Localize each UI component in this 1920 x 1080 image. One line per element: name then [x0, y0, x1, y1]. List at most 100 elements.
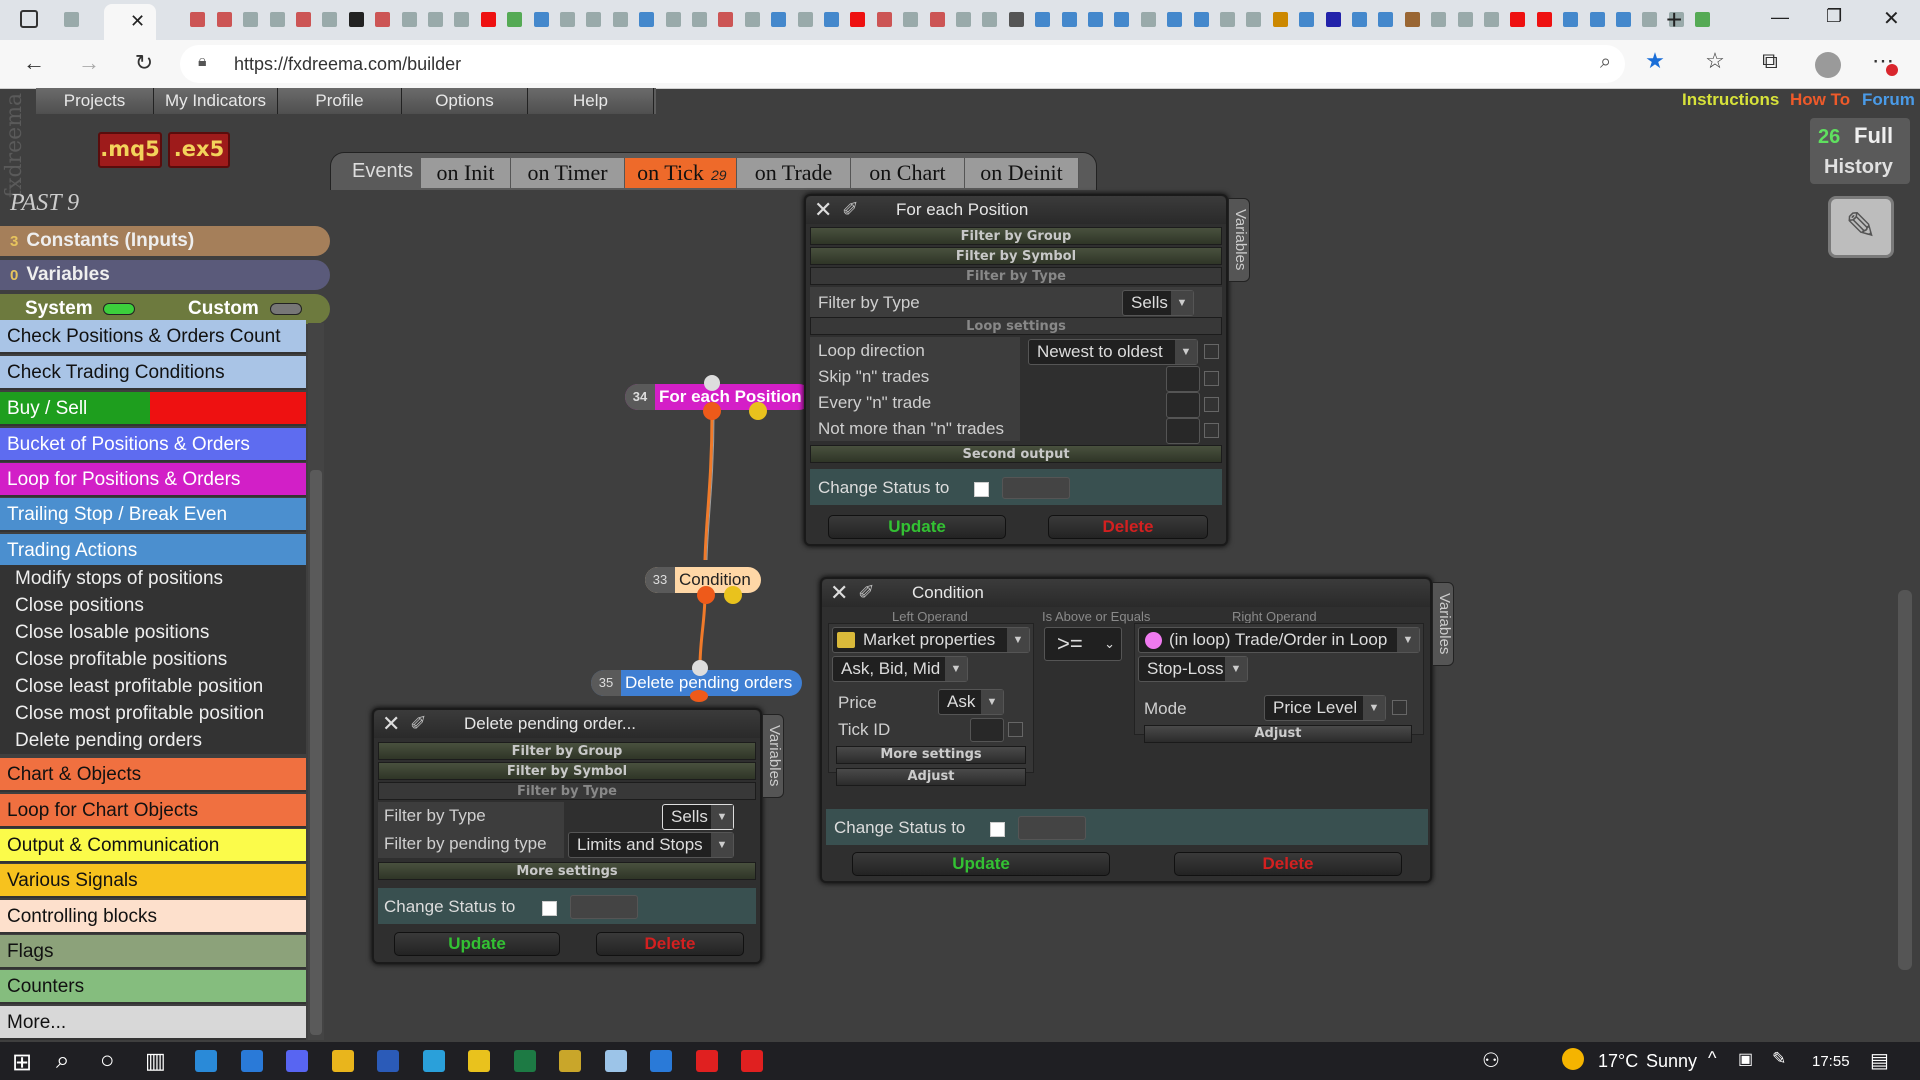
mode-checkbox[interactable] [1392, 700, 1407, 715]
more-settings-button[interactable]: More settings [836, 746, 1026, 764]
every-trade-checkbox[interactable] [1204, 397, 1219, 412]
update-button[interactable]: Update [852, 852, 1110, 876]
delete-button[interactable]: Delete [596, 932, 744, 956]
loop-direction-select[interactable]: Newest to oldest ▼ [1028, 339, 1198, 365]
change-status-input[interactable] [1002, 477, 1070, 499]
right-adjust-button[interactable]: Adjust [1144, 725, 1412, 743]
tickid-label: Tick ID [838, 720, 891, 739]
telegram-icon[interactable] [422, 1050, 445, 1072]
skip-trades-input[interactable] [1166, 366, 1200, 392]
right-operand-select[interactable]: (in loop) Trade/Order in Loop ▼ [1138, 627, 1420, 653]
change-status-checkbox[interactable] [974, 482, 989, 497]
node-output-yellow-dot[interactable] [724, 586, 742, 604]
variables-tab[interactable]: Variables [1228, 198, 1250, 282]
price-select[interactable]: Ask ▼ [938, 689, 1004, 715]
update-button[interactable]: Update [828, 515, 1006, 539]
every-trade-input[interactable] [1166, 392, 1200, 418]
ig-app-icon[interactable] [741, 1050, 763, 1072]
left-adjust-button[interactable]: Adjust [836, 768, 1026, 786]
filter-type-select[interactable]: Sells ▼ [1122, 290, 1194, 316]
delete-button[interactable]: Delete [1174, 852, 1402, 876]
node-output-orange-dot[interactable] [703, 402, 721, 420]
filter-by-type-section[interactable]: Filter by Type [810, 267, 1222, 285]
change-status-label: Change Status to [834, 818, 966, 837]
notification-center-icon[interactable]: ▤ [1870, 1048, 1889, 1073]
filter-by-group-section[interactable]: Filter by Group [810, 227, 1222, 245]
variables-tab[interactable]: Variables [762, 714, 784, 798]
filter-by-symbol-section[interactable]: Filter by Symbol [378, 762, 756, 780]
people-icon[interactable]: ⚇ [1482, 1048, 1500, 1073]
ig-app-icon[interactable] [695, 1050, 718, 1072]
panel-title-bar[interactable]: ✕ ✐ Delete pending order... [374, 710, 760, 738]
node-label: Delete pending orders [625, 673, 793, 692]
change-status-input[interactable] [1018, 816, 1086, 840]
close-icon[interactable]: ✕ [830, 581, 848, 605]
tickid-input[interactable] [970, 718, 1004, 742]
edge-icon[interactable] [195, 1050, 217, 1072]
tickid-checkbox[interactable] [1008, 722, 1023, 737]
panel-title-bar[interactable]: ✕ ✐ Condition [822, 579, 1430, 607]
pending-type-select[interactable]: Limits and Stops ▼ [568, 832, 734, 858]
filter-by-group-section[interactable]: Filter by Group [378, 742, 756, 760]
change-status-checkbox[interactable] [990, 822, 1005, 837]
variables-tab[interactable]: Variables [1432, 582, 1454, 666]
task-view-icon[interactable]: ▥ [145, 1048, 166, 1074]
discord-icon[interactable] [286, 1050, 308, 1072]
notepad-icon[interactable] [604, 1050, 627, 1072]
select-value: Limits and Stops [577, 835, 703, 854]
filter-by-type-section[interactable]: Filter by Type [378, 782, 756, 800]
node-number: 35 [591, 670, 621, 696]
node-output-orange-dot[interactable] [697, 586, 715, 604]
second-output-section[interactable]: Second output [810, 445, 1222, 463]
loop-settings-section[interactable]: Loop settings [810, 317, 1222, 335]
weather-sun-icon[interactable] [1562, 1048, 1584, 1070]
not-more-checkbox[interactable] [1204, 423, 1219, 438]
pin-icon[interactable]: ✐ [858, 581, 875, 605]
chrome-icon[interactable] [331, 1050, 354, 1072]
close-icon[interactable]: ✕ [382, 712, 400, 736]
chevron-down-icon: ▼ [1225, 657, 1247, 681]
node-output-orange-dot[interactable] [690, 690, 708, 702]
cortana-icon[interactable]: ○ [100, 1047, 115, 1075]
not-more-input[interactable] [1166, 418, 1200, 444]
node-input-dot[interactable] [692, 660, 708, 676]
left-operand-select[interactable]: Market properties ▼ [832, 627, 1030, 653]
change-status-checkbox[interactable] [542, 901, 557, 916]
mode-select[interactable]: Price Level ▼ [1264, 695, 1386, 721]
tray-pen-icon[interactable]: ✎ [1772, 1049, 1786, 1069]
panel-title-bar[interactable]: ✕ ✐ For each Position [806, 196, 1226, 224]
app-icon[interactable] [559, 1050, 581, 1072]
search-icon[interactable]: ⌕ [56, 1047, 69, 1075]
photos-icon[interactable] [650, 1050, 672, 1072]
loop-direction-checkbox[interactable] [1204, 344, 1219, 359]
update-button[interactable]: Update [394, 932, 560, 956]
skip-trades-checkbox[interactable] [1204, 371, 1219, 386]
taskbar-clock[interactable]: 17:55 [1812, 1053, 1850, 1070]
tray-chevron-icon[interactable]: ^ [1708, 1048, 1716, 1069]
panel-condition: ✕ ✐ Condition Left Operand Is Above or E… [820, 577, 1432, 883]
pin-icon[interactable]: ✐ [410, 712, 427, 736]
delete-button[interactable]: Delete [1048, 515, 1208, 539]
node-output-yellow-dot[interactable] [749, 402, 767, 420]
more-settings-section[interactable]: More settings [378, 862, 756, 880]
operator-select[interactable]: >= ⌄ [1044, 627, 1122, 661]
windows-start-icon[interactable]: ⊞ [12, 1048, 32, 1077]
node-input-dot[interactable] [704, 375, 720, 391]
chevron-down-icon: ▼ [945, 657, 967, 681]
weather-desc[interactable]: Sunny [1646, 1051, 1697, 1072]
word-icon[interactable] [377, 1050, 399, 1072]
mode-label: Mode [1144, 699, 1187, 718]
file-explorer-icon[interactable] [468, 1050, 490, 1072]
tray-network-icon[interactable]: ▣ [1738, 1049, 1753, 1069]
weather-temp[interactable]: 17°C [1598, 1051, 1638, 1072]
excel-icon[interactable] [513, 1050, 536, 1072]
right-sub-select[interactable]: Stop-Loss ▼ [1138, 656, 1248, 682]
mail-icon[interactable] [240, 1050, 263, 1072]
left-sub-select[interactable]: Ask, Bid, Mid ▼ [832, 656, 968, 682]
filter-by-symbol-section[interactable]: Filter by Symbol [810, 247, 1222, 265]
filter-type-select[interactable]: Sells ▼ [662, 804, 734, 830]
chevron-down-icon: ▼ [981, 690, 1003, 714]
change-status-input[interactable] [570, 895, 638, 919]
close-icon[interactable]: ✕ [814, 198, 832, 222]
pin-icon[interactable]: ✐ [842, 198, 859, 222]
